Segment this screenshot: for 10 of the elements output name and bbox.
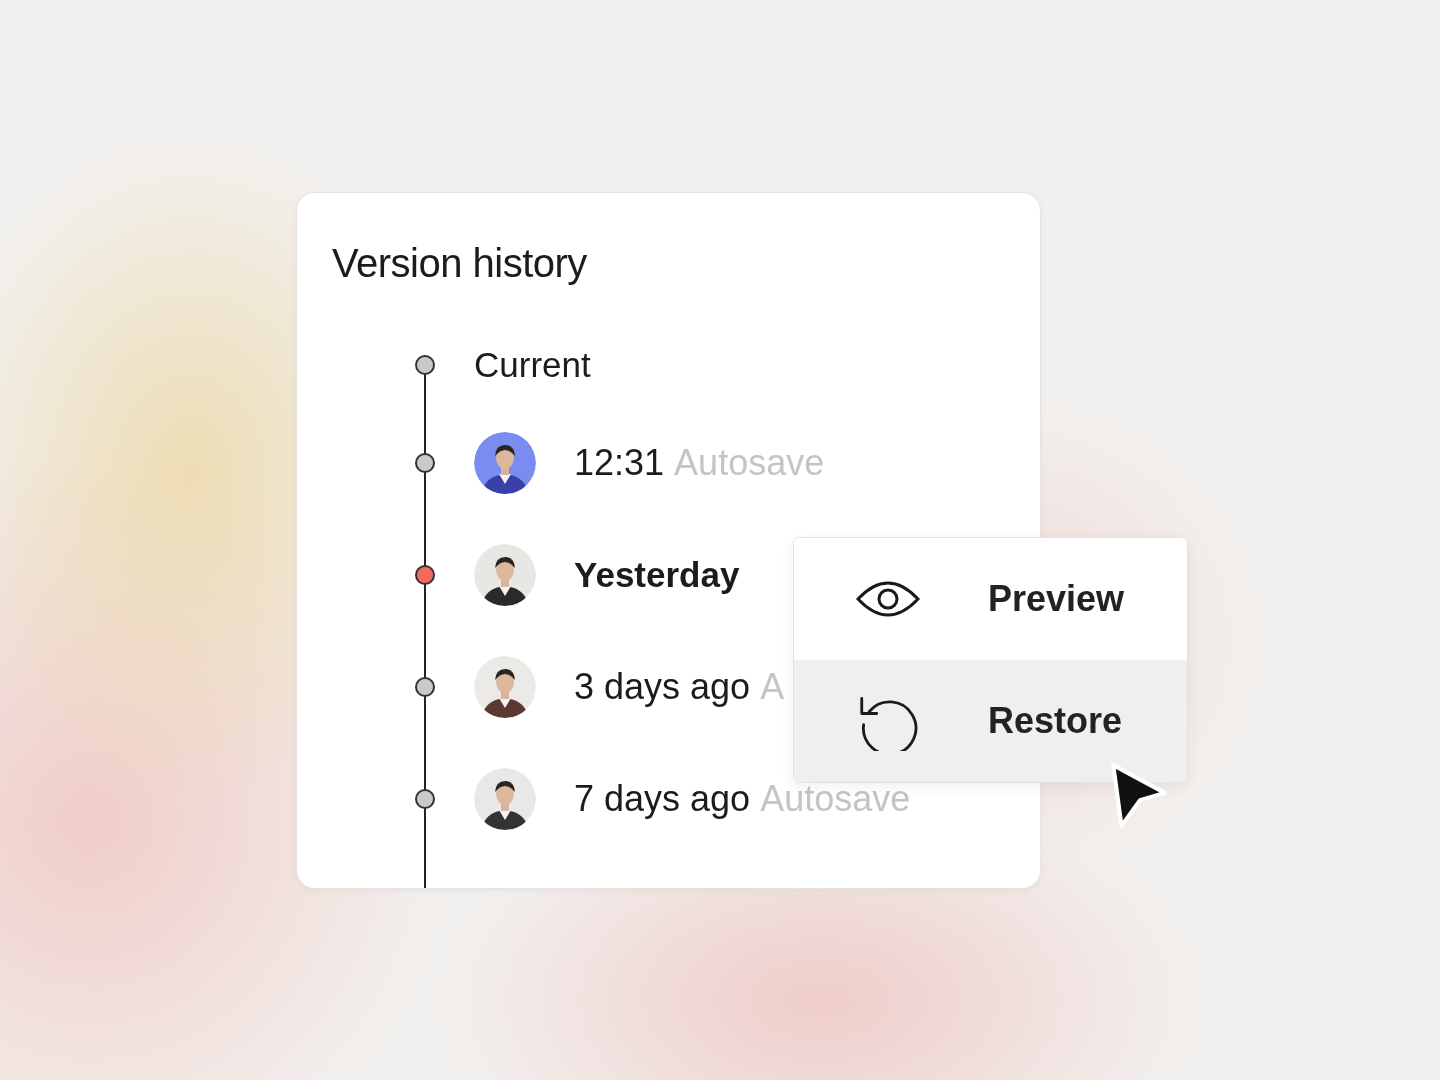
menu-item[interactable]: Restore: [794, 660, 1187, 782]
version-label[interactable]: Yesterday: [574, 555, 740, 595]
version-label[interactable]: Current: [474, 345, 591, 385]
menu-item[interactable]: Preview: [794, 538, 1187, 660]
version-label[interactable]: 3 days ago: [574, 666, 751, 708]
version-note: Autosave: [674, 442, 825, 484]
version-label[interactable]: 12:31: [574, 442, 665, 484]
version-label[interactable]: 7 days ago: [574, 778, 751, 820]
version-note: A: [760, 666, 785, 708]
panel-title: Version history: [332, 240, 588, 287]
